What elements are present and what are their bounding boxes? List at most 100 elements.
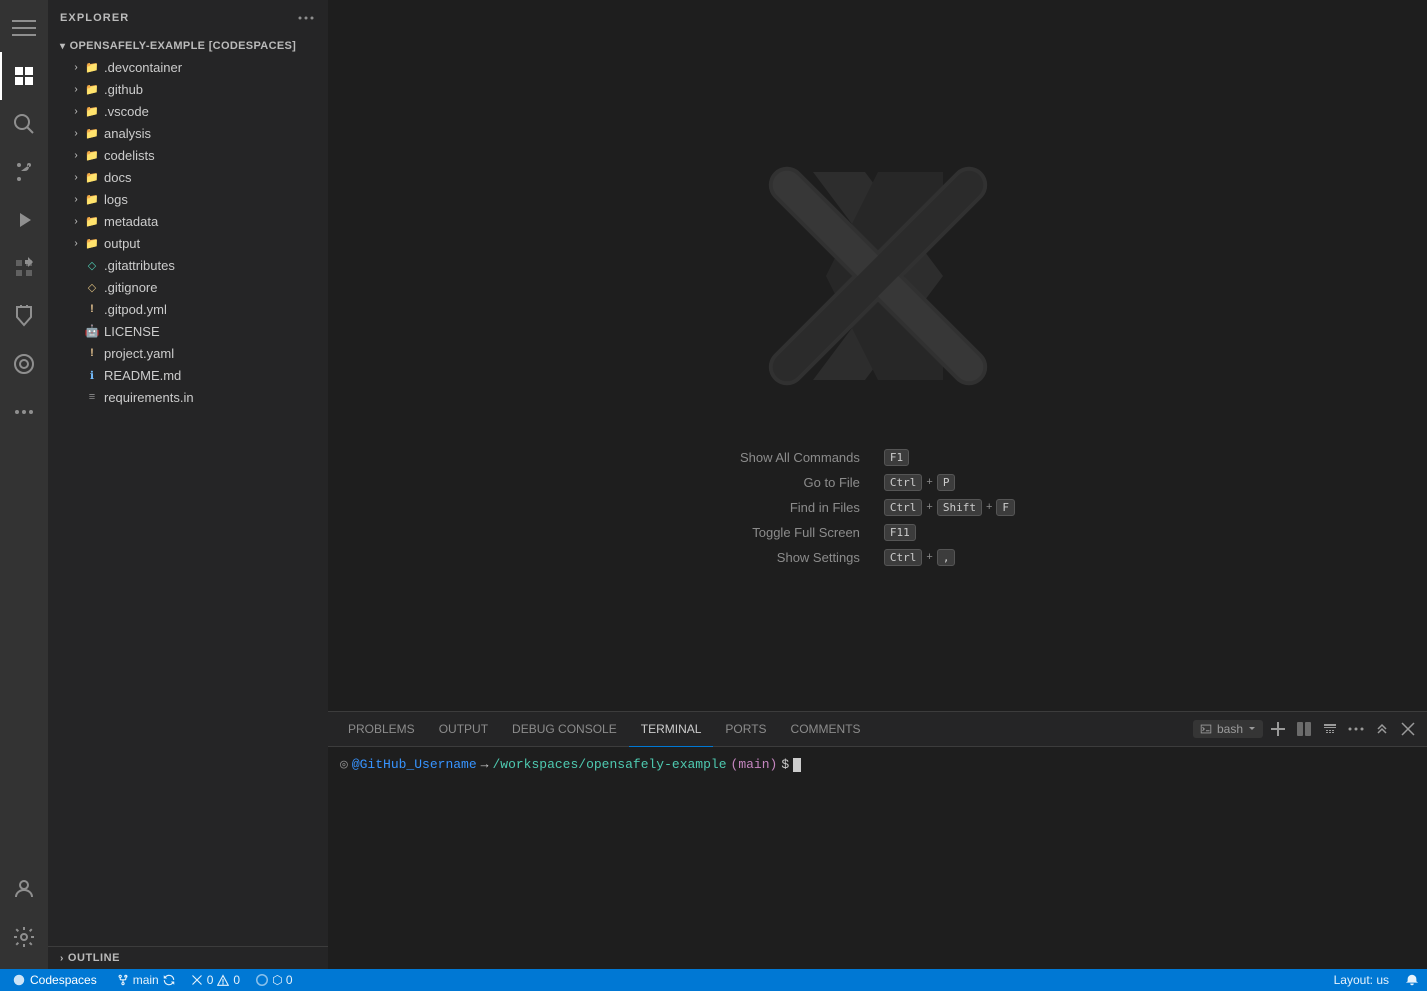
command-shortcuts: Show All Commands F1 Go to File Ctrl + P…: [740, 449, 1015, 566]
tab-terminal[interactable]: TERMINAL: [629, 712, 714, 747]
license-icon: 🤖: [84, 323, 100, 339]
explorer-root[interactable]: ▾ OPENSAFELY-EXAMPLE [CODESPACES]: [48, 36, 328, 56]
search-icon[interactable]: [0, 100, 48, 148]
tree-item-github[interactable]: › 📁 .github: [48, 78, 328, 100]
show-all-commands-keys: F1: [884, 449, 1015, 466]
folder-icon: 📁: [84, 81, 100, 97]
toggle-fullscreen-keys: F11: [884, 524, 1015, 541]
warning-icon: [217, 974, 229, 986]
project-yaml-icon: !: [84, 345, 100, 361]
explorer-root-chevron: ▾: [60, 41, 66, 52]
status-notifications[interactable]: [1397, 969, 1427, 991]
status-bar: Codespaces main 0 0 ⬡ 0 Layout: us: [0, 969, 1427, 991]
term-arrow: →: [481, 755, 489, 775]
toggle-fullscreen-label: Toggle Full Screen: [740, 525, 860, 540]
menu-icon[interactable]: [0, 4, 48, 52]
folder-icon: 📁: [84, 125, 100, 141]
warning-count: 0: [233, 973, 240, 987]
terminal-icon: [1199, 722, 1213, 736]
status-left: Codespaces main 0 0 ⬡ 0: [0, 969, 301, 991]
status-codespaces[interactable]: Codespaces: [0, 969, 109, 991]
sidebar-title: EXPLORER: [60, 12, 129, 24]
requirements-icon: ≡: [84, 389, 100, 405]
branch-label: main: [133, 973, 159, 987]
terminal-shell-selector[interactable]: bash: [1193, 720, 1263, 738]
term-branch: (main): [731, 755, 778, 775]
ports-label: ⬡ 0: [272, 973, 292, 987]
tree-item-docs[interactable]: › 📁 docs: [48, 166, 328, 188]
tree-item-project-yaml[interactable]: › ! project.yaml: [48, 342, 328, 364]
codespaces-label: Codespaces: [30, 973, 97, 987]
status-branch[interactable]: main: [109, 969, 183, 991]
close-panel-button[interactable]: [1397, 718, 1419, 740]
tab-comments[interactable]: COMMENTS: [779, 712, 873, 747]
explorer-icon[interactable]: [0, 52, 48, 100]
tree-item-gitattributes[interactable]: › ◇ .gitattributes: [48, 254, 328, 276]
term-dollar: $: [781, 755, 789, 775]
tree-item-devcontainer[interactable]: › 📁 .devcontainer: [48, 56, 328, 78]
layout-label: Layout: us: [1334, 973, 1389, 987]
extensions-icon[interactable]: [0, 244, 48, 292]
error-icon: [191, 974, 203, 986]
terminal-content[interactable]: ◎ @GitHub_Username → /workspaces/opensaf…: [328, 747, 1427, 991]
status-right: Layout: us: [1326, 969, 1427, 991]
find-in-files-keys: Ctrl + Shift + F: [884, 499, 1015, 516]
split-terminal-button[interactable]: [1293, 718, 1315, 740]
remote-explorer-icon[interactable]: [0, 340, 48, 388]
terminal-prompt: ◎ @GitHub_Username → /workspaces/opensaf…: [340, 755, 1415, 775]
settings-icon[interactable]: [0, 913, 48, 961]
welcome-area: Show All Commands F1 Go to File Ctrl + P…: [328, 0, 1427, 711]
test-icon[interactable]: [0, 292, 48, 340]
tree-item-codelists[interactable]: › 📁 codelists: [48, 144, 328, 166]
account-icon[interactable]: [0, 865, 48, 913]
outline-section-header[interactable]: › OUTLINE: [48, 947, 328, 969]
run-debug-icon[interactable]: [0, 196, 48, 244]
gitpod-icon: !: [84, 301, 100, 317]
tree-item-vscode[interactable]: › 📁 .vscode: [48, 100, 328, 122]
maximize-panel-button[interactable]: [1371, 718, 1393, 740]
folder-icon: 📁: [84, 59, 100, 75]
source-control-icon[interactable]: [0, 148, 48, 196]
folder-icon: 📁: [84, 169, 100, 185]
error-count: 0: [207, 973, 214, 987]
tree-item-output[interactable]: › 📁 output: [48, 232, 328, 254]
folder-icon: 📁: [84, 191, 100, 207]
git-file-icon: ◇: [84, 257, 100, 273]
tree-item-logs[interactable]: › 📁 logs: [48, 188, 328, 210]
add-terminal-button[interactable]: [1267, 718, 1289, 740]
term-username: @GitHub_Username: [352, 755, 477, 775]
ports-icon: [256, 974, 268, 986]
status-layout[interactable]: Layout: us: [1326, 969, 1397, 991]
tree-item-gitpod-yml[interactable]: › ! .gitpod.yml: [48, 298, 328, 320]
more-terminal-options[interactable]: [1345, 718, 1367, 740]
folder-icon: 📁: [84, 103, 100, 119]
shell-label: bash: [1217, 722, 1243, 736]
tree-item-readme[interactable]: › ℹ README.md: [48, 364, 328, 386]
tab-ports[interactable]: PORTS: [713, 712, 778, 747]
tab-problems[interactable]: PROBLEMS: [336, 712, 427, 747]
sidebar-more-icon[interactable]: [296, 8, 316, 28]
status-ports[interactable]: ⬡ 0: [248, 969, 300, 991]
terminal-panel: PROBLEMS OUTPUT DEBUG CONSOLE TERMINAL P…: [328, 711, 1427, 991]
notifications-icon: [1405, 973, 1419, 987]
term-circle: ◎: [340, 755, 348, 775]
folder-icon: 📁: [84, 213, 100, 229]
folder-icon: 📁: [84, 235, 100, 251]
tree-item-metadata[interactable]: › 📁 metadata: [48, 210, 328, 232]
term-path: /workspaces/opensafely-example: [492, 755, 726, 775]
go-to-file-keys: Ctrl + P: [884, 474, 1015, 491]
readme-icon: ℹ: [84, 367, 100, 383]
status-errors[interactable]: 0 0: [183, 969, 248, 991]
more-activity-icon[interactable]: [0, 388, 48, 436]
term-cursor: [793, 758, 801, 772]
tree-item-gitignore[interactable]: › ◇ .gitignore: [48, 276, 328, 298]
tree-item-analysis[interactable]: › 📁 analysis: [48, 122, 328, 144]
sync-icon: [163, 974, 175, 986]
kill-terminal-button[interactable]: [1319, 718, 1341, 740]
tree-item-license[interactable]: › 🤖 LICENSE: [48, 320, 328, 342]
remote-icon: [12, 973, 26, 987]
tab-debug-console[interactable]: DEBUG CONSOLE: [500, 712, 629, 747]
tree-item-requirements[interactable]: › ≡ requirements.in: [48, 386, 328, 408]
tab-output[interactable]: OUTPUT: [427, 712, 500, 747]
show-all-commands-label: Show All Commands: [740, 450, 860, 465]
